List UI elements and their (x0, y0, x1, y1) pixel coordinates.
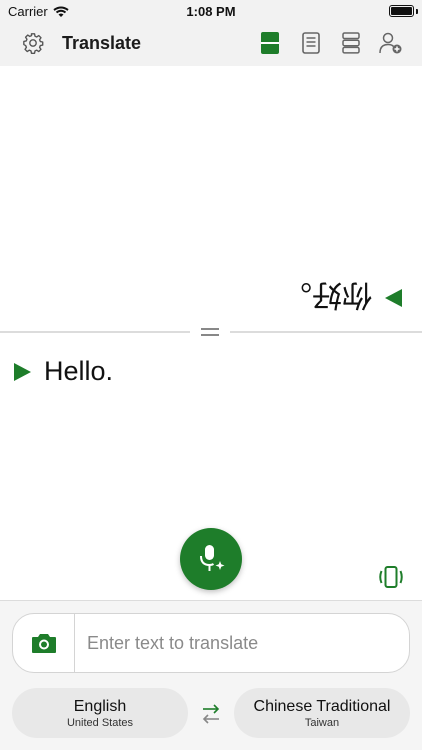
microphone-sparkle-icon (200, 545, 225, 571)
status-time: 1:08 PM (186, 4, 236, 19)
source-text: Hello. (44, 356, 114, 386)
battery-tip (416, 9, 418, 14)
translate-input[interactable] (87, 628, 397, 658)
microphone-button[interactable] (180, 528, 242, 590)
target-language-button[interactable]: Chinese Traditional Taiwan (234, 688, 410, 738)
camera-button[interactable] (13, 614, 75, 672)
status-bar: Carrier 1:08 PM (0, 0, 422, 22)
source-utterance: Hello. (12, 356, 113, 387)
add-user-icon[interactable] (378, 30, 404, 56)
play-triangle-icon[interactable] (384, 288, 404, 308)
swap-arrows-icon (202, 704, 220, 724)
toolbar: Translate (0, 22, 422, 66)
phone-vibrate-icon[interactable] (377, 565, 405, 589)
page-title: Translate (62, 33, 142, 53)
play-triangle-icon[interactable] (12, 362, 32, 382)
settings-gear-icon[interactable] (20, 30, 46, 56)
swap-languages-button[interactable] (198, 701, 224, 727)
document-icon[interactable] (298, 30, 324, 56)
battery-icon (389, 5, 414, 17)
split-view-icon[interactable] (257, 30, 283, 56)
target-language-name: Chinese Traditional (253, 697, 391, 715)
upper-conversation-pane: 你好。 (0, 66, 422, 332)
camera-icon (31, 634, 56, 653)
source-language-button[interactable]: English United States (12, 688, 188, 738)
target-language-region: Taiwan (304, 716, 340, 729)
text-input-box (12, 613, 410, 673)
source-language-name: English (73, 697, 127, 715)
source-language-region: United States (66, 716, 134, 729)
bottom-panel: English United States Chinese Traditiona… (0, 600, 422, 750)
translated-utterance: 你好。 (282, 276, 404, 320)
resize-handle[interactable] (190, 322, 230, 342)
list-view-icon[interactable] (338, 30, 364, 56)
translated-text: 你好。 (282, 277, 372, 312)
